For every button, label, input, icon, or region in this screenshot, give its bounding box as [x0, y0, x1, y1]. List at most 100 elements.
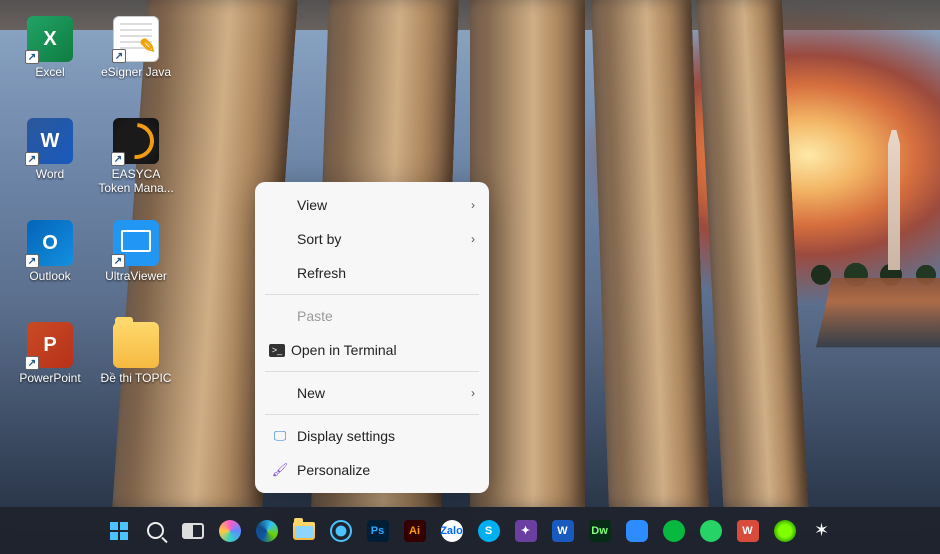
folder-icon	[293, 522, 315, 540]
ctx-sort-by[interactable]: Sort by ›	[255, 222, 489, 256]
desktop-icon-easyca[interactable]: ↗ EASYCA Token Mana...	[96, 112, 176, 212]
desktop-icon-label: eSigner Java	[101, 66, 171, 80]
wps-icon: W	[737, 520, 759, 542]
ctx-label: Paste	[297, 308, 333, 324]
wallpaper-pillar	[591, 0, 709, 507]
wps-app[interactable]: W	[734, 517, 762, 545]
esigner-icon: ↗	[113, 16, 159, 62]
copilot-button[interactable]	[216, 517, 244, 545]
copilot-icon	[219, 520, 241, 542]
desktop-icon-outlook[interactable]: O↗ Outlook	[10, 214, 90, 314]
desktop-icon-label: PowerPoint	[19, 372, 80, 386]
outlook-icon: O↗	[27, 220, 73, 266]
desktop-icon-dethitopic[interactable]: Đề thi TOPIC	[96, 316, 176, 416]
zalo-icon: Zalo	[441, 520, 463, 542]
excel-icon: X↗	[27, 16, 73, 62]
edge-app[interactable]	[253, 517, 281, 545]
foxit-app[interactable]: ✦	[512, 517, 540, 545]
ultraviewer-icon: ↗	[113, 220, 159, 266]
ctx-display-settings[interactable]: 🖵 Display settings	[255, 419, 489, 453]
taskview-icon	[182, 523, 204, 539]
illustrator-app[interactable]: Ai	[401, 517, 429, 545]
wallpaper-pool	[816, 278, 940, 347]
ctx-label: Open in Terminal	[291, 342, 397, 358]
ctx-label: View	[297, 197, 327, 213]
shortcut-arrow-icon: ↗	[111, 152, 125, 166]
desktop-icon-label: UltraViewer	[105, 270, 167, 284]
desktop-icon-excel[interactable]: X↗ Excel	[10, 10, 90, 110]
green-app[interactable]	[771, 517, 799, 545]
zoom-app[interactable]	[623, 517, 651, 545]
separator	[265, 371, 479, 372]
ctx-personalize[interactable]: 🖌 Personalize	[255, 453, 489, 487]
foxit-icon: ✦	[515, 520, 537, 542]
search-button[interactable]	[142, 517, 170, 545]
ctx-open-terminal[interactable]: >_ Open in Terminal	[255, 333, 489, 367]
shortcut-arrow-icon: ↗	[111, 254, 125, 268]
shortcut-arrow-icon: ↗	[112, 49, 126, 63]
desktop-context-menu: View › Sort by › Refresh Paste >_ Open i…	[255, 182, 489, 493]
desktop-icon-label: EASYCA Token Mana...	[97, 168, 175, 196]
shortcut-arrow-icon: ↗	[25, 254, 39, 268]
wallpaper-pillar	[697, 0, 809, 507]
assistant-app[interactable]	[327, 517, 355, 545]
personalize-icon: 🖌	[269, 462, 291, 478]
powerpoint-icon: P↗	[27, 322, 73, 368]
desktop-icon-grid: X↗ Excel ↗ eSigner Java W↗ Word ↗ EASYCA Token …	[10, 10, 176, 416]
dw-icon: Dw	[589, 520, 611, 542]
desktop-icon-label: Outlook	[29, 270, 70, 284]
display-icon: 🖵	[269, 428, 291, 444]
ps-icon: Ps	[367, 520, 389, 542]
separator	[265, 294, 479, 295]
taskbar: Ps Ai Zalo S ✦ W Dw W ✶	[0, 507, 940, 554]
dreamweaver-app[interactable]: Dw	[586, 517, 614, 545]
word-icon: W↗	[27, 118, 73, 164]
desktop[interactable]: X↗Excel↗eSigner JavaW↗Word↗EASYCA Token …	[0, 0, 940, 554]
ai-icon: Ai	[404, 520, 426, 542]
circle-icon	[330, 520, 352, 542]
ctx-label: New	[297, 385, 325, 401]
zoom-icon	[626, 520, 648, 542]
desktop-icon-powerpoint[interactable]: P↗ PowerPoint	[10, 316, 90, 416]
wordtb-icon: W	[552, 520, 574, 542]
desktop-icon-label: Word	[36, 168, 64, 182]
ctx-view[interactable]: View ›	[255, 188, 489, 222]
shortcut-arrow-icon: ↗	[25, 356, 39, 370]
task-view-button[interactable]	[179, 517, 207, 545]
chevron-right-icon: ›	[471, 198, 475, 212]
ctx-label: Sort by	[297, 231, 341, 247]
ctx-label: Refresh	[297, 265, 346, 281]
desktop-icon-word[interactable]: W↗ Word	[10, 112, 90, 212]
wechat-icon	[663, 520, 685, 542]
desktop-icon-esigner[interactable]: ↗ eSigner Java	[96, 10, 176, 110]
start-button[interactable]	[105, 517, 133, 545]
dethitopic-icon	[113, 322, 159, 368]
chevron-right-icon: ›	[471, 386, 475, 400]
whatsapp-icon	[700, 520, 722, 542]
wechat-app[interactable]	[660, 517, 688, 545]
word-app[interactable]: W	[549, 517, 577, 545]
chevron-right-icon: ›	[471, 232, 475, 246]
ctx-label: Personalize	[297, 462, 370, 478]
desktop-icon-label: Excel	[35, 66, 64, 80]
ctx-new[interactable]: New ›	[255, 376, 489, 410]
whatsapp-app[interactable]	[697, 517, 725, 545]
photoshop-app[interactable]: Ps	[364, 517, 392, 545]
shortcut-arrow-icon: ↗	[25, 50, 39, 64]
file-explorer-app[interactable]	[290, 517, 318, 545]
shortcut-arrow-icon: ↗	[25, 152, 39, 166]
separator	[265, 414, 479, 415]
neon-icon	[774, 520, 796, 542]
skype-icon: S	[478, 520, 500, 542]
edge-icon	[256, 520, 278, 542]
easyca-icon: ↗	[113, 118, 159, 164]
terminal-icon: >_	[269, 344, 285, 357]
desktop-icon-label: Đề thi TOPIC	[101, 372, 172, 386]
desktop-icon-ultraviewer[interactable]: ↗ UltraViewer	[96, 214, 176, 314]
windows-icon	[110, 522, 128, 540]
ctx-refresh[interactable]: Refresh	[255, 256, 489, 290]
wallpaper-monument	[888, 130, 900, 270]
zalo-app[interactable]: Zalo	[438, 517, 466, 545]
skype-app[interactable]: S	[475, 517, 503, 545]
eagle-app[interactable]: ✶	[808, 517, 836, 545]
